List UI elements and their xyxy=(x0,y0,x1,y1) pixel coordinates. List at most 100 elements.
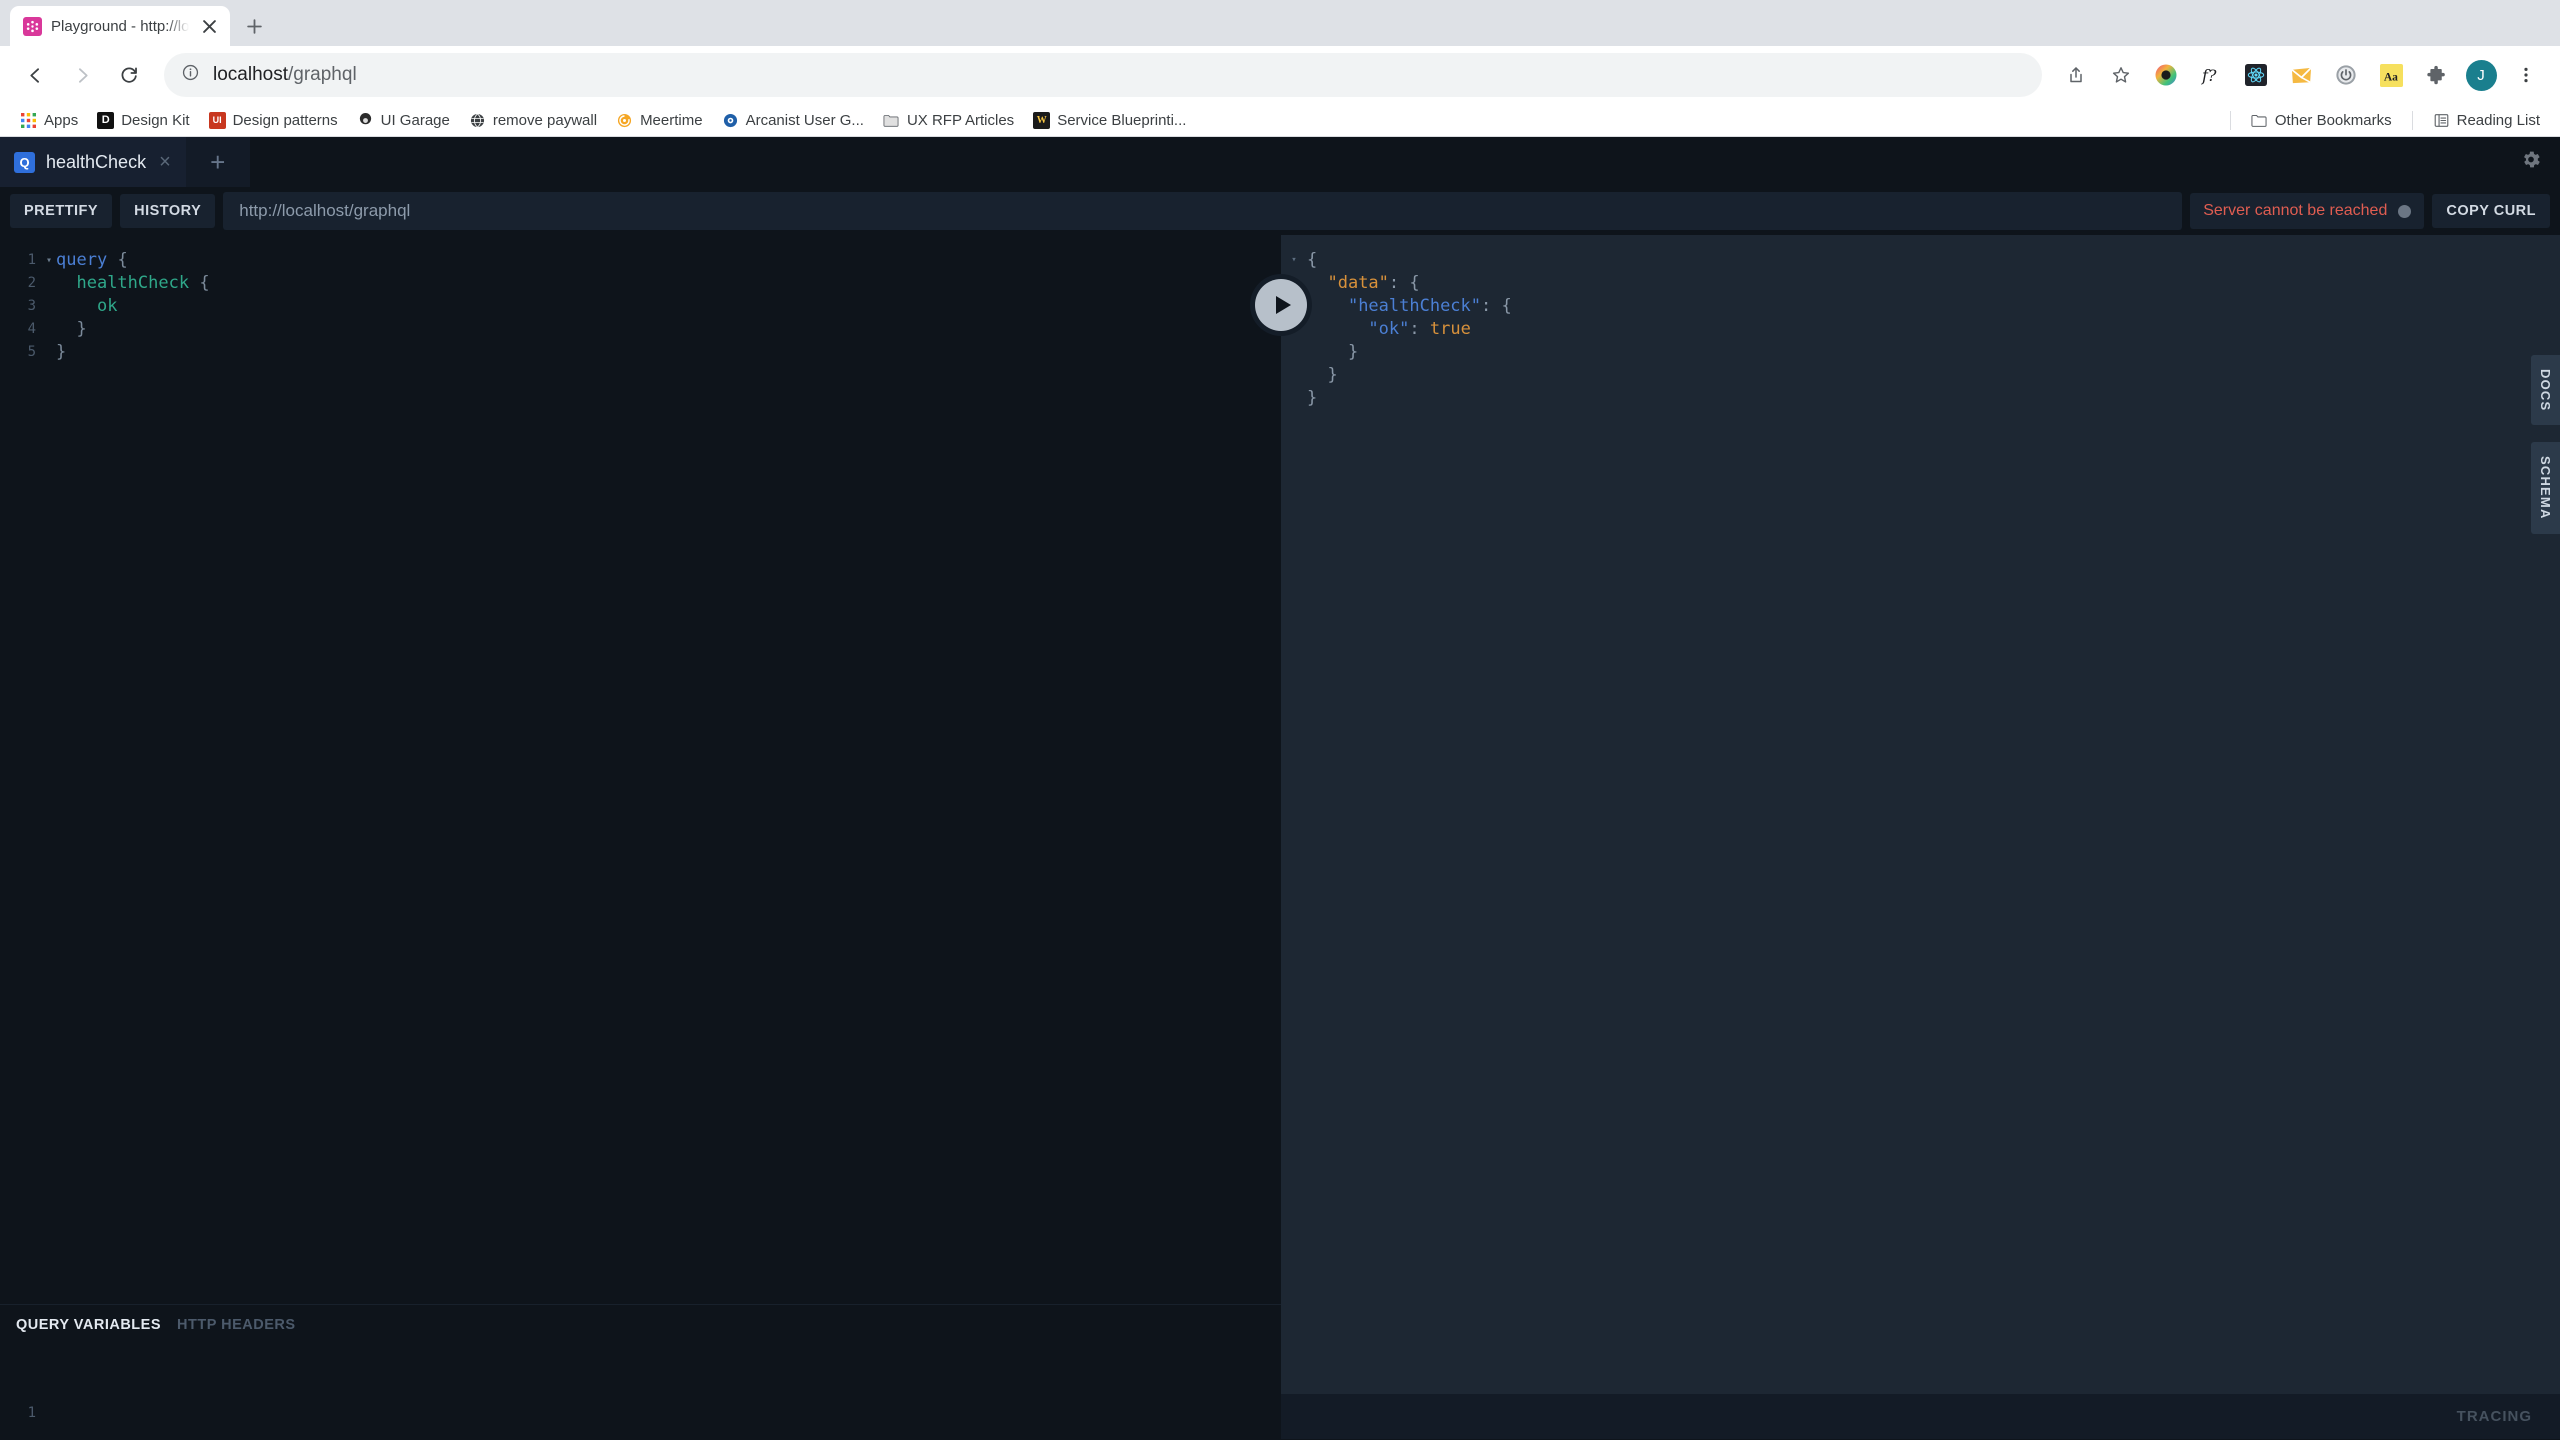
close-icon[interactable] xyxy=(198,15,220,37)
docs-tab[interactable]: DOCS xyxy=(2531,355,2560,426)
reload-icon[interactable] xyxy=(107,53,151,97)
bookmark-label: remove paywall xyxy=(492,111,598,129)
folder-icon xyxy=(883,112,900,129)
colorful-circle-extension-icon[interactable] xyxy=(2145,54,2187,96)
tracing-bar: TRACING xyxy=(1281,1394,2560,1439)
bookmark-ux-rfp-articles[interactable]: UX RFP Articles xyxy=(875,108,1022,133)
bookmark-design-kit[interactable]: D Design Kit xyxy=(89,108,197,133)
bookmark-design-patterns[interactable]: UI Design patterns xyxy=(201,108,346,133)
info-icon[interactable] xyxy=(181,63,200,87)
browser-navbar: localhost/graphql f? Aa J xyxy=(0,46,2560,104)
gear-icon[interactable] xyxy=(2520,149,2542,176)
share-icon[interactable] xyxy=(2055,54,2097,96)
response-output: ▾{▾ "data": { "healthCheck": { "ok": tru… xyxy=(1281,235,2560,410)
variables-tab-bar: QUERY VARIABLES HTTP HEADERS xyxy=(0,1304,1281,1344)
meertime-icon xyxy=(616,112,633,129)
svg-text:Aa: Aa xyxy=(2383,71,2397,83)
bookmark-ui-garage[interactable]: UI Garage xyxy=(349,108,458,133)
bookmark-label: Meertime xyxy=(640,111,703,129)
f-question-extension-icon[interactable]: f? xyxy=(2190,54,2232,96)
bookmark-meertime[interactable]: Meertime xyxy=(608,108,711,133)
forward-icon[interactable] xyxy=(60,53,104,97)
aa-font-extension-icon[interactable]: Aa xyxy=(2370,54,2412,96)
playground-tab-label: healthCheck xyxy=(46,151,147,172)
other-bookmarks-button[interactable]: Other Bookmarks xyxy=(2243,108,2400,133)
address-bar[interactable]: localhost/graphql xyxy=(164,53,2042,97)
bookmark-label: Arcanist User G... xyxy=(745,111,864,129)
playground-tab-bar: Q healthCheck × + xyxy=(0,137,2560,187)
browser-toolbar-icons: f? Aa J xyxy=(2055,54,2547,96)
puzzle-extensions-icon[interactable] xyxy=(2415,54,2457,96)
code-line: 1 xyxy=(0,1402,1281,1425)
response-line: } xyxy=(1281,364,2560,387)
server-status: Server cannot be reached xyxy=(2190,193,2425,229)
tab-http-headers[interactable]: HTTP HEADERS xyxy=(177,1317,296,1333)
garage-icon xyxy=(357,112,374,129)
line-number: 1 xyxy=(27,1405,36,1421)
react-devtools-icon[interactable] xyxy=(2235,54,2277,96)
divider xyxy=(2411,110,2413,130)
fold-arrow[interactable]: ▾ xyxy=(1281,249,1307,272)
tab-query-variables[interactable]: QUERY VARIABLES xyxy=(16,1317,161,1333)
other-bookmarks-label: Other Bookmarks xyxy=(2274,111,2392,129)
back-icon[interactable] xyxy=(13,53,57,97)
globe-icon xyxy=(469,112,486,129)
response-text: { xyxy=(1307,250,1318,270)
bookmark-apps[interactable]: Apps xyxy=(12,108,86,133)
new-playground-tab-button[interactable]: + xyxy=(185,137,250,187)
avatar-initial: J xyxy=(2465,59,2497,91)
prettify-button[interactable]: PRETTIFY xyxy=(10,194,113,228)
code-line: 1 ▾ query { xyxy=(0,249,1281,272)
code-line: 2 healthCheck { xyxy=(0,272,1281,295)
response-line: "ok": true xyxy=(1281,318,2560,341)
copy-curl-button[interactable]: COPY CURL xyxy=(2432,194,2550,228)
response-text: } xyxy=(1307,342,1359,362)
query-input[interactable]: 1 ▾ query {2 healthCheck {3 ok 4 } 5} xyxy=(0,235,1281,1304)
line-number: 4 xyxy=(27,321,36,337)
envelope-extension-icon[interactable] xyxy=(2280,54,2322,96)
power-toggle-extension-icon[interactable] xyxy=(2325,54,2367,96)
playground-toolbar: PRETTIFY HISTORY http://localhost/graphq… xyxy=(0,187,2560,235)
browser-tab[interactable]: Playground - http://localhost/g xyxy=(10,6,230,46)
history-button[interactable]: HISTORY xyxy=(120,194,216,228)
reading-list-icon xyxy=(2433,112,2450,129)
bookmarks-bar: Apps D Design Kit UI Design patterns UI … xyxy=(0,104,2560,137)
code-text: healthCheck { xyxy=(76,273,210,293)
execute-query-button[interactable] xyxy=(1255,279,1307,331)
response-text: "data": { xyxy=(1327,273,1420,293)
playground-tab-healthcheck[interactable]: Q healthCheck × xyxy=(0,137,186,187)
bookmark-arcanist[interactable]: Arcanist User G... xyxy=(714,108,872,133)
editor-panes: 1 ▾ query {2 healthCheck {3 ok 4 } 5} QUERY … xyxy=(0,235,2560,1439)
bookmark-star-icon[interactable] xyxy=(2100,54,2142,96)
address-bar-path: /graphql xyxy=(288,64,357,85)
endpoint-input[interactable]: http://localhost/graphql xyxy=(223,192,2183,230)
query-variables-input[interactable]: 1 xyxy=(0,1344,1281,1439)
apps-grid-icon xyxy=(20,112,37,129)
status-indicator-dot xyxy=(2398,204,2412,218)
code-line: 3 ok xyxy=(0,295,1281,318)
reading-list-button[interactable]: Reading List xyxy=(2425,108,2548,133)
fold-arrow[interactable]: ▾ xyxy=(42,249,56,272)
bookmark-label: UX RFP Articles xyxy=(906,111,1015,129)
response-line: ▾ "data": { xyxy=(1281,272,2560,295)
avatar[interactable]: J xyxy=(2460,54,2502,96)
graphql-logo-icon xyxy=(23,16,42,36)
bookmark-remove-paywall[interactable]: remove paywall xyxy=(461,108,605,133)
kebab-menu-icon[interactable] xyxy=(2505,54,2547,96)
new-browser-tab-button[interactable] xyxy=(230,6,278,46)
bookmark-service-blueprinting[interactable]: W Service Blueprinti... xyxy=(1025,108,1194,133)
bookmark-label: Apps xyxy=(44,111,79,129)
plus-icon: + xyxy=(210,147,226,177)
query-pane: 1 ▾ query {2 healthCheck {3 ok 4 } 5} QUERY … xyxy=(0,235,1281,1439)
response-line: ▾{ xyxy=(1281,249,2560,272)
bookmark-label: Design patterns xyxy=(232,111,338,129)
tracing-label[interactable]: TRACING xyxy=(2457,1408,2532,1425)
folder-icon xyxy=(2251,112,2268,129)
arcanist-icon xyxy=(722,112,739,129)
close-icon[interactable]: × xyxy=(157,152,173,172)
browser-tab-strip: Playground - http://localhost/g xyxy=(0,0,2560,46)
schema-tab[interactable]: SCHEMA xyxy=(2531,442,2560,534)
blueprint-icon: W xyxy=(1033,111,1051,129)
code-text: ok xyxy=(96,296,118,316)
bookmark-label: Design Kit xyxy=(121,111,190,129)
